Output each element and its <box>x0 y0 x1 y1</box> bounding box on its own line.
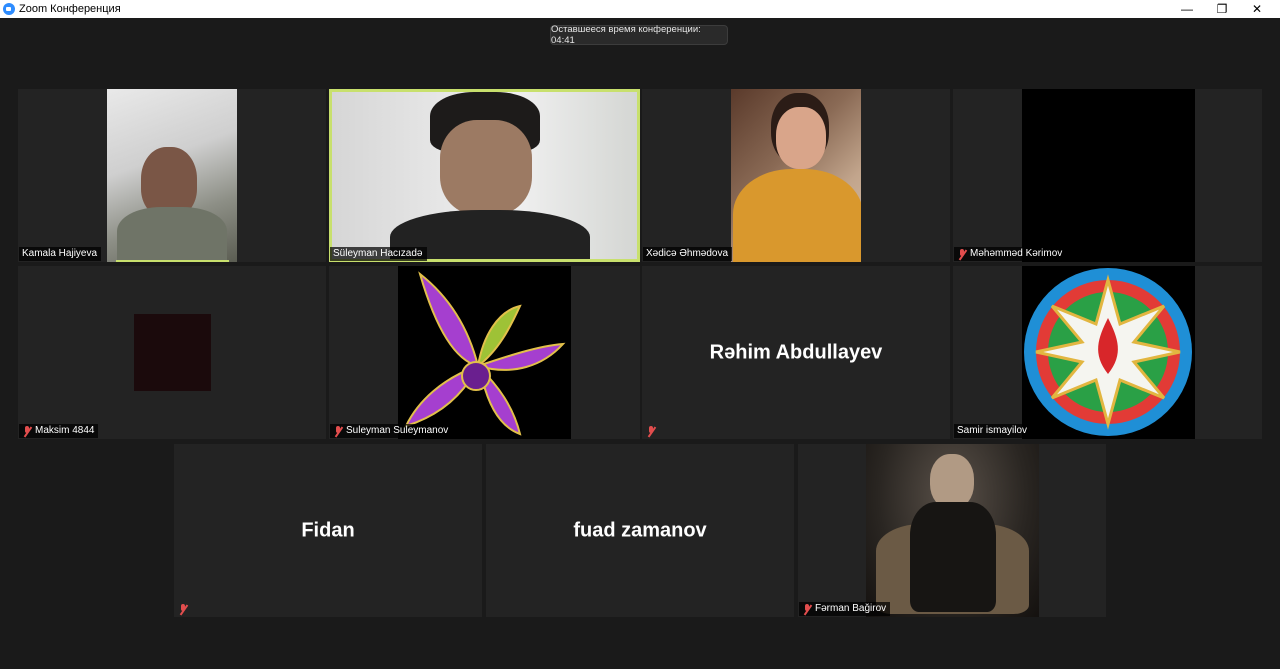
video-tile[interactable]: Xədicə Əhmədova <box>642 89 950 262</box>
muted-mic-icon <box>802 603 812 615</box>
muted-mic-icon <box>646 425 656 437</box>
participant-display-name: Fidan <box>301 519 355 541</box>
video-tile[interactable]: Fərman Bağirov <box>798 444 1106 617</box>
participant-name: Kamala Hajiyeva <box>22 248 98 259</box>
participant-display-name: Rəhim Abdullayev <box>709 341 883 363</box>
participant-name-tag: Fərman Bağirov <box>799 602 891 616</box>
participant-avatar <box>134 314 211 391</box>
zoom-logo-icon <box>3 3 15 15</box>
participant-name-tag: Xədicə Əhmədova <box>643 247 733 261</box>
coat-of-arms-image <box>1024 268 1192 436</box>
audio-level-bar <box>116 260 229 262</box>
participant-video <box>1022 266 1195 439</box>
video-tile[interactable]: fuad zamanov <box>486 444 794 617</box>
participant-name-tag: Suleyman Suleymanov <box>330 424 453 438</box>
participant-name: Maksim 4844 <box>35 425 95 436</box>
participant-name-tag: Samir ismayilov <box>954 424 1032 438</box>
participant-name-tag: Kamala Hajiyeva <box>19 247 102 261</box>
participant-name: Suleyman Suleymanov <box>346 425 449 436</box>
participant-name-tag: Məhəmməd Kərimov <box>954 247 1067 261</box>
video-tile[interactable]: Kamala Hajiyeva <box>18 89 326 262</box>
participant-name-tag: Maksim 4844 <box>19 424 99 438</box>
muted-mic-icon <box>333 425 343 437</box>
video-tile[interactable]: Suleyman Suleymanov <box>329 266 640 439</box>
participant-video <box>107 89 237 262</box>
video-tile[interactable]: Samir ismayilov <box>953 266 1262 439</box>
participant-display-name: fuad zamanov <box>573 519 707 541</box>
video-tile[interactable]: Məhəmməd Kərimov <box>953 89 1262 262</box>
participant-video <box>398 266 571 439</box>
participant-video <box>731 89 861 262</box>
participant-name: Samir ismayilov <box>957 425 1028 436</box>
restore-button[interactable]: ❐ <box>1205 0 1239 18</box>
video-tile-active-speaker[interactable]: Süleyman Hacızadə <box>329 89 640 262</box>
video-tile[interactable]: Maksim 4844 <box>18 266 326 439</box>
participant-video <box>332 92 637 259</box>
flower-emblem-image <box>404 271 566 436</box>
close-button[interactable]: ✕ <box>1240 0 1274 18</box>
window-titlebar: Zoom Конференция — ❐ ✕ <box>0 0 1280 18</box>
participant-name: Fərman Bağirov <box>815 603 887 614</box>
minimize-button[interactable]: — <box>1170 0 1204 18</box>
video-tile[interactable]: Rəhim Abdullayev <box>642 266 950 439</box>
participant-name-tag <box>175 602 192 616</box>
participant-name-tag: Süleyman Hacızadə <box>330 247 427 261</box>
participant-video <box>1022 89 1195 262</box>
window-title: Zoom Конференция <box>19 3 121 15</box>
participant-name: Məhəmməd Kərimov <box>970 248 1063 259</box>
participant-name: Süleyman Hacızadə <box>333 248 423 259</box>
muted-mic-icon <box>22 425 32 437</box>
muted-mic-icon <box>178 603 188 615</box>
remaining-time-indicator: Оставшееся время конференции: 04:41 <box>550 24 728 46</box>
participant-name-tag <box>643 424 660 438</box>
participant-name: Xədicə Əhmədova <box>646 248 729 259</box>
video-tile[interactable]: Fidan <box>174 444 482 617</box>
muted-mic-icon <box>957 248 967 260</box>
participant-video <box>866 444 1039 617</box>
